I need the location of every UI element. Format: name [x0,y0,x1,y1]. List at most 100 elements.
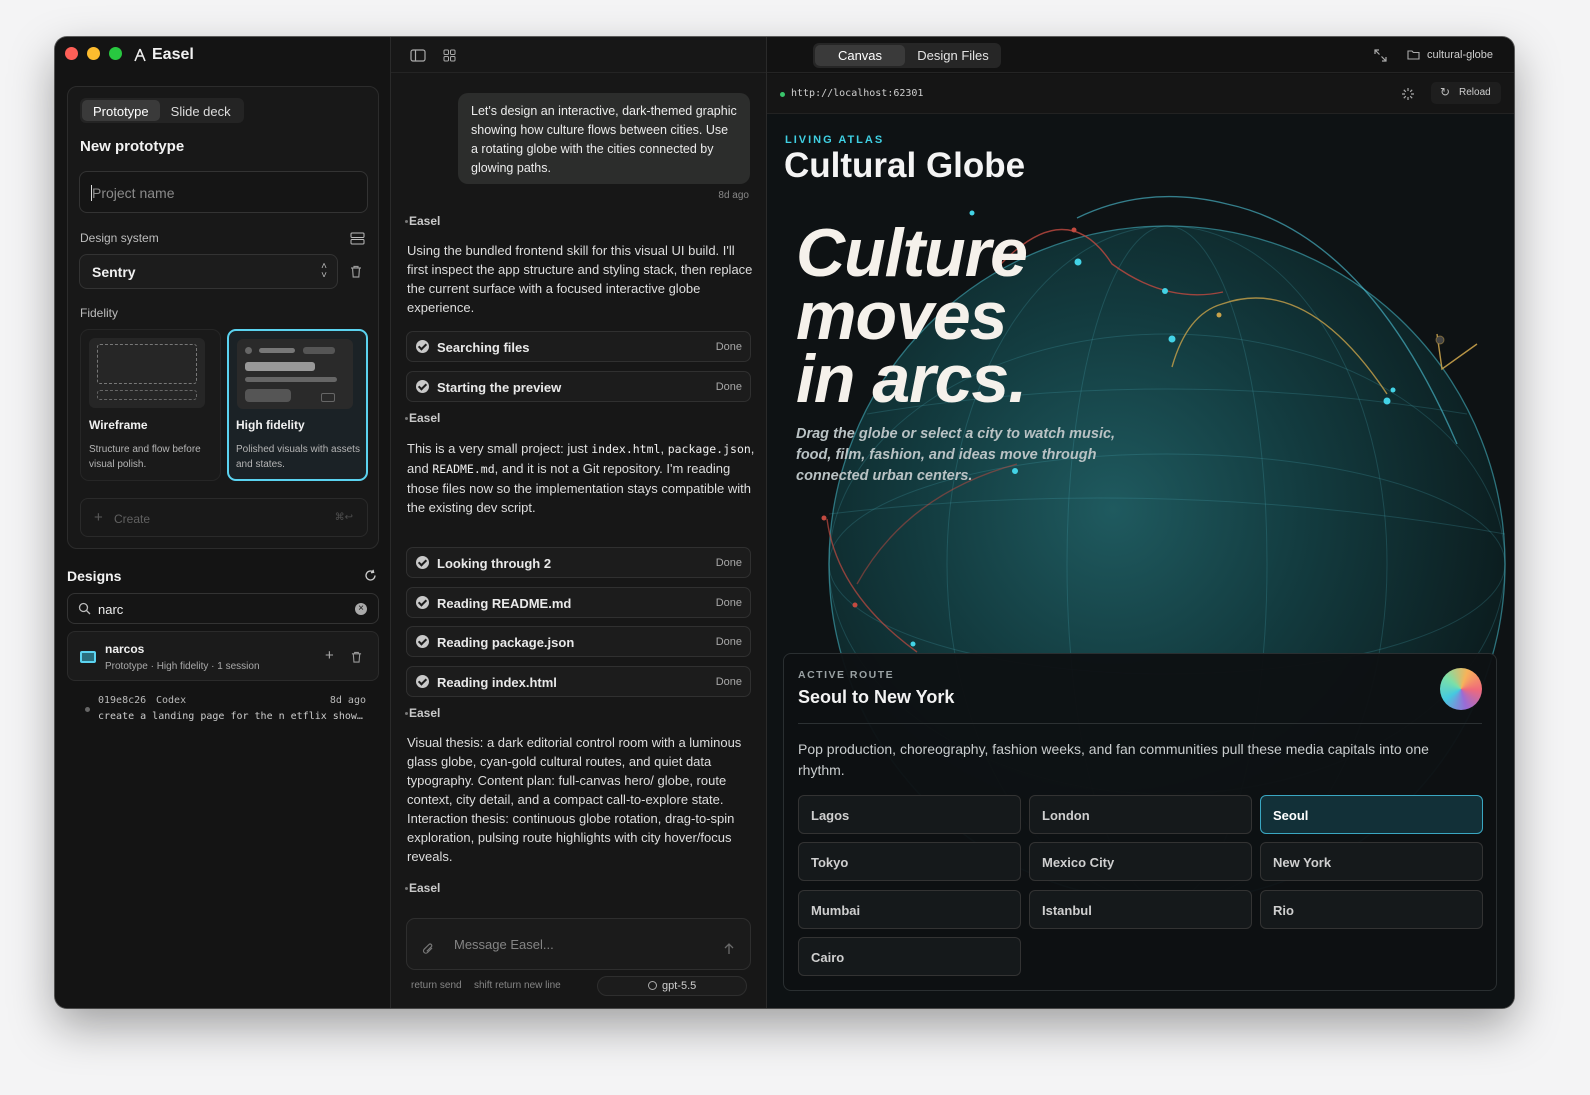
city-button-seoul[interactable]: Seoul [1260,795,1483,834]
thumb-pill [303,347,335,354]
close-window-button[interactable] [65,47,78,60]
assistant-speaker: Easel [404,706,441,720]
trash-icon[interactable] [351,651,362,663]
city-button-tokyo[interactable]: Tokyo [798,842,1021,881]
city-button-istanbul[interactable]: Istanbul [1029,890,1252,929]
thumb-heading [245,362,315,371]
tool-step[interactable]: Reading package.json Done [406,626,751,657]
grid-view-icon[interactable] [443,49,456,62]
canvas-area: LIVING ATLAS Cultural Globe Culture move… [767,114,1514,1008]
inline-code: index.html [591,442,661,456]
model-icon [648,981,657,990]
fidelity-description: Structure and flow before visual polish. [89,444,201,470]
create-button[interactable]: + Create ⌘↩ [80,498,368,537]
chat-toolbar [391,37,766,73]
tab-design-files[interactable]: Design Files [907,45,999,66]
hero-subtitle: Drag the globe or select a city to watch… [796,426,1116,484]
fidelity-high-option[interactable]: High fidelity Polished visuals with asse… [227,329,368,481]
tool-step[interactable]: Starting the preview Done [406,371,751,402]
design-system-label: Design system [80,231,159,245]
city-button-cairo[interactable]: Cairo [798,937,1021,976]
model-selector[interactable]: gpt-5.5 [597,976,747,996]
step-label: Reading index.html [437,675,557,690]
fidelity-label: Fidelity [80,306,119,320]
project-name-input[interactable]: Project name [79,171,368,213]
expand-icon[interactable] [1374,49,1387,62]
reload-icon: ↻ [1440,85,1451,99]
hero-line: Culture [796,215,1028,291]
message-composer[interactable]: Message Easel... [406,918,751,970]
tool-step[interactable]: Looking through 2 Done [406,547,751,578]
designs-search-input[interactable]: narc × [67,593,379,624]
zoom-window-button[interactable] [109,47,122,60]
tab-slide-deck[interactable]: Slide deck [160,100,242,121]
city-button-mumbai[interactable]: Mumbai [798,890,1021,929]
tool-step[interactable]: Reading index.html Done [406,666,751,697]
city-button-new-york[interactable]: New York [1260,842,1483,881]
hero-line: moves [796,278,1007,354]
step-status: Done [715,557,742,569]
preview-url[interactable]: http://localhost:62301 [791,88,923,99]
city-button-london[interactable]: London [1029,795,1252,834]
thumb-dot [245,347,252,354]
clear-search-icon[interactable]: × [355,603,367,615]
reload-button[interactable]: ↻ Reload [1431,82,1501,104]
preview-panel: Canvas Design Files cultural-globe http:… [767,37,1514,1008]
design-system-value: Sentry [92,264,136,280]
session-time: 8d ago [329,695,366,706]
design-system-select[interactable]: Sentry ˄ ˅ [79,254,338,289]
city-label: Lagos [811,808,850,823]
city-label: Seoul [1273,808,1309,823]
design-meta: Prototype · High fidelity · 1 session [105,661,260,672]
search-value: narc [98,602,124,617]
inspect-sparkle-icon[interactable] [1401,87,1415,101]
folder-icon [1407,50,1420,60]
city-label: New York [1273,855,1332,870]
assistant-speaker: Easel [404,411,441,425]
design-thumbnail-icon [80,651,96,663]
city-button-rio[interactable]: Rio [1260,890,1483,929]
app-name: Easel [152,46,194,63]
city-button-lagos[interactable]: Lagos [798,795,1021,834]
tool-step[interactable]: Reading README.md Done [406,587,751,618]
designs-title: Designs [67,568,122,584]
wireframe-thumbnail [89,338,205,408]
tab-prototype[interactable]: Prototype [82,100,160,121]
sidebar-toggle-icon[interactable] [410,49,426,62]
assistant-message: Visual thesis: a dark editorial control … [407,735,742,864]
send-hint: return send [411,980,462,991]
add-session-icon[interactable]: + [325,647,334,664]
assistant-speaker: Easel [404,881,441,895]
city-label: Istanbul [1042,903,1092,918]
check-icon [416,596,429,609]
route-kicker: ACTIVE ROUTE [798,669,895,681]
thumb-line [259,348,295,353]
city-label: Rio [1273,903,1294,918]
attach-icon[interactable] [422,942,435,956]
tab-canvas[interactable]: Canvas [815,45,905,66]
send-arrow-icon[interactable] [724,943,734,955]
check-icon [416,635,429,648]
trash-icon[interactable] [350,265,362,278]
session-item[interactable]: 019e8c26 Codex 8d ago create a landing p… [67,691,379,727]
check-icon [416,380,429,393]
chevron-updown-icon: ˄ ˅ [321,261,327,281]
refresh-icon[interactable] [364,569,377,582]
design-item-narcos[interactable]: narcos Prototype · High fidelity · 1 ses… [67,631,379,681]
fidelity-wireframe-option[interactable]: Wireframe Structure and flow before visu… [80,329,221,481]
minimize-window-button[interactable] [87,47,100,60]
city-button-mexico-city[interactable]: Mexico City [1029,842,1252,881]
site-kicker: LIVING ATLAS [785,134,885,146]
session-bullet [85,707,90,712]
step-status: Done [715,636,742,648]
route-divider [798,723,1482,724]
layout-rows-icon[interactable] [350,232,365,245]
step-status: Done [715,676,742,688]
city-label: Mexico City [1042,855,1115,870]
thumb-button [245,389,291,402]
tool-step[interactable]: Searching files Done [406,331,751,362]
user-message-time: 8d ago [718,190,749,201]
step-status: Done [715,597,742,609]
project-folder-name: cultural-globe [1427,49,1494,61]
search-icon [78,602,91,615]
